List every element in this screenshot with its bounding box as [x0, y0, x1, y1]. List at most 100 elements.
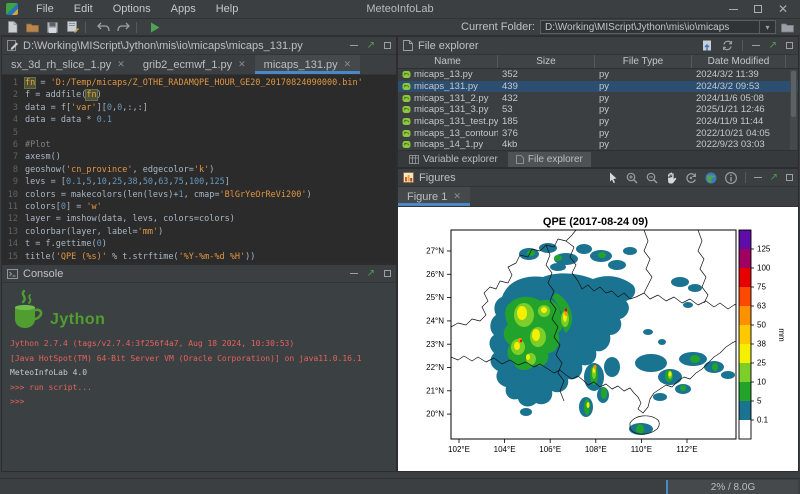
panel-minimize-icon[interactable]	[350, 273, 358, 274]
code-line[interactable]: 6#Plot	[2, 139, 396, 151]
x-tick-label: 106°E	[539, 445, 561, 454]
current-folder-combobox[interactable]: D:\Working\MIScript\Jython\mis\io\micaps…	[540, 20, 776, 34]
globe-icon[interactable]	[705, 172, 717, 184]
file-explorer-panel: File explorer ↗ Name Size File Type Date…	[397, 36, 799, 168]
save-button[interactable]	[45, 20, 60, 35]
code-line[interactable]: 13colorbar(layer, label='mm')	[2, 226, 396, 238]
column-header-date-modified[interactable]: Date Modified	[692, 55, 786, 68]
new-file-button[interactable]	[5, 20, 20, 35]
code-line[interactable]: 15title('QPE (%s)' % t.strftime('%Y-%m-%…	[2, 251, 396, 263]
redo-button[interactable]	[116, 20, 131, 35]
menu-apps[interactable]: Apps	[161, 3, 206, 15]
close-icon[interactable]: ✕	[117, 59, 125, 70]
code-line[interactable]: 2f = addfile(fn)	[2, 89, 396, 101]
refresh-icon[interactable]	[722, 40, 733, 51]
memory-indicator[interactable]: 2% / 8.0G	[666, 480, 798, 494]
pan-hand-icon[interactable]	[666, 172, 677, 184]
open-folder-button[interactable]	[25, 20, 40, 35]
code-line[interactable]: 10colors = makecolors(len(levs)+1, cmap=…	[2, 189, 396, 201]
table-row[interactable]: micaps_131_test.py185py2024/11/9 11:44	[398, 116, 798, 128]
panel-minimize-icon[interactable]	[754, 177, 762, 178]
panel-maximize-icon[interactable]	[786, 174, 793, 181]
menu-file[interactable]: File	[26, 3, 64, 15]
code-line[interactable]: 1fn = 'D:/Temp/micaps/Z_OTHE_RADAMQPE_HO…	[2, 77, 396, 89]
close-icon[interactable]: ✕	[344, 59, 352, 70]
panel-maximize-icon[interactable]	[384, 270, 391, 277]
browse-folder-button[interactable]	[781, 22, 794, 33]
panel-float-icon[interactable]: ↗	[769, 42, 777, 50]
table-row[interactable]: micaps_13.py352py2024/3/2 11:39	[398, 69, 798, 81]
column-header-size[interactable]: Size	[498, 55, 595, 68]
x-tick-label: 110°E	[631, 445, 652, 454]
table-row[interactable]: micaps_131_2.py432py2024/11/6 05:08	[398, 92, 798, 104]
table-row[interactable]: micaps_13_contourf.py376py2022/10/21 04:…	[398, 127, 798, 139]
menu-options[interactable]: Options	[103, 3, 161, 15]
code-text: colors = makecolors(len(levs)+1, cmap='B…	[25, 189, 312, 201]
scrollbar-thumb[interactable]	[791, 71, 796, 117]
chevron-down-icon[interactable]: ▾	[759, 21, 775, 33]
window-maximize-button[interactable]	[754, 5, 762, 13]
file-name-cell: micaps_131_3.py	[398, 104, 498, 115]
panel-maximize-icon[interactable]	[384, 42, 391, 49]
code-text: f = addfile(fn)	[25, 89, 102, 101]
editor-tab-bar: sx_3d_rh_slice_1.py ✕ grib2_ecmwf_1.py ✕…	[2, 55, 396, 75]
save-as-button[interactable]	[65, 20, 80, 35]
open-in-editor-icon[interactable]	[702, 40, 713, 51]
python-file-icon	[402, 82, 411, 91]
code-line[interactable]: 7axesm()	[2, 151, 396, 163]
menu-help[interactable]: Help	[206, 3, 249, 15]
current-folder-label: Current Folder:	[461, 21, 535, 33]
console-output[interactable]: Jython Jython 2.7.4 (tags/v2.7.4:3f256f4…	[2, 283, 396, 471]
y-tick-label: 26°N	[426, 270, 444, 279]
line-number: 12	[2, 213, 25, 225]
rotate-icon[interactable]	[685, 172, 697, 184]
tab-sx-3d-rh-slice-1[interactable]: sx_3d_rh_slice_1.py ✕	[2, 55, 134, 74]
code-line[interactable]: 5	[2, 127, 396, 139]
code-line[interactable]: 4data = data * 0.1	[2, 114, 396, 126]
window-minimize-button[interactable]	[729, 9, 738, 10]
code-line[interactable]: 11colors[0] = 'w'	[2, 201, 396, 213]
panel-minimize-icon[interactable]	[752, 45, 760, 46]
column-header-file-type[interactable]: File Type	[595, 55, 692, 68]
tab-file-explorer[interactable]: File explorer	[508, 152, 591, 167]
file-type-cell: py	[595, 69, 692, 80]
figure-canvas[interactable]: QPE (2017-08-24 09)	[398, 207, 798, 471]
tab-grib2-ecmwf-1[interactable]: grib2_ecmwf_1.py ✕	[134, 55, 255, 74]
run-script-button[interactable]	[147, 20, 162, 35]
file-size-cell: 376	[498, 128, 595, 139]
line-number: 5	[2, 127, 25, 139]
panel-float-icon[interactable]: ↗	[367, 42, 375, 50]
panel-float-icon[interactable]: ↗	[770, 174, 778, 182]
code-line[interactable]: 8geoshow('cn_province', edgecolor='k')	[2, 164, 396, 176]
window-close-button[interactable]: ✕	[778, 4, 788, 14]
zoom-out-icon[interactable]	[646, 172, 658, 184]
tab-micaps-131[interactable]: micaps_131.py ✕	[255, 55, 361, 74]
close-icon[interactable]: ✕	[453, 191, 461, 202]
cursor-icon[interactable]	[609, 172, 618, 183]
tab-variable-explorer[interactable]: Variable explorer	[401, 152, 506, 167]
code-line[interactable]: 9levs = [0.1,5,10,25,38,50,63,75,100,125…	[2, 176, 396, 188]
tab-figure-1[interactable]: Figure 1 ✕	[398, 187, 470, 206]
menu-edit[interactable]: Edit	[64, 3, 103, 15]
console-line: >>> run script...	[10, 381, 388, 396]
table-row[interactable]: micaps_131_3.py53py2025/1/21 12:46	[398, 104, 798, 116]
code-text: layer = imshow(data, levs, colors=colors…	[25, 213, 235, 225]
panel-float-icon[interactable]: ↗	[367, 270, 375, 278]
y-tick-label: 24°N	[426, 317, 444, 326]
zoom-in-icon[interactable]	[626, 172, 638, 184]
panel-maximize-icon[interactable]	[786, 42, 793, 49]
code-editor[interactable]: 1fn = 'D:/Temp/micaps/Z_OTHE_RADAMQPE_HO…	[2, 75, 396, 263]
close-icon[interactable]: ✕	[238, 59, 246, 70]
tab-label: Variable explorer	[423, 154, 498, 165]
undo-button[interactable]	[96, 20, 111, 35]
scrollbar[interactable]	[790, 70, 797, 152]
panel-minimize-icon[interactable]	[350, 45, 358, 46]
column-header-name[interactable]: Name	[398, 55, 498, 68]
qpe-map: 102°E104°E106°E108°E110°E112°E27°N26°N25…	[398, 207, 798, 471]
identify-icon[interactable]	[725, 172, 737, 184]
code-line[interactable]: 12layer = imshow(data, levs, colors=colo…	[2, 213, 396, 225]
table-row[interactable]: micaps_131.py439py2024/3/2 09:53	[398, 81, 798, 93]
code-line[interactable]: 3data = f['var'][0,0,:,:]	[2, 102, 396, 114]
code-line[interactable]: 14t = f.gettime(0)	[2, 238, 396, 250]
colorbar-segment	[739, 382, 751, 401]
